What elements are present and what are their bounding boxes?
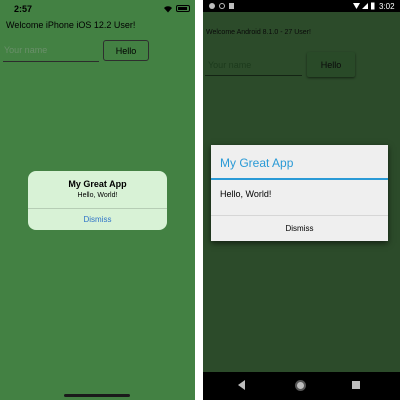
android-hello-button[interactable]: Hello [307,52,355,77]
android-status-time: 3:02 [379,2,395,11]
android-dialog-title: My Great App [220,156,294,170]
ios-alert-dismiss-button[interactable]: Dismiss [28,209,167,230]
ios-name-input[interactable]: Your name [3,41,99,62]
ios-alert-dialog: My Great App Hello, World! Dismiss [28,171,167,230]
battery-icon [176,5,190,12]
sync-icon [219,3,225,9]
android-status-bar: 3:02 [203,0,400,12]
android-name-input[interactable]: Your name [205,55,302,76]
ios-alert-title: My Great App [68,179,127,189]
signal-battery-icon [353,2,375,10]
android-alert-dialog: My Great App Hello, World! Dismiss [211,145,388,241]
ios-welcome-label: Welcome iPhone iOS 12.2 User! [6,20,136,30]
recents-icon[interactable] [352,381,360,389]
wifi-icon [164,6,172,13]
ios-home-indicator[interactable] [64,394,130,397]
android-welcome-label: Welcome Android 8.1.0 - 27 User! [206,29,311,36]
ios-status-bar: 2:57 [0,0,195,18]
ios-alert-message: Hello, World! [77,192,118,199]
ios-hello-button[interactable]: Hello [103,40,149,61]
android-name-placeholder: Your name [208,60,252,70]
android-dialog-dismiss-button[interactable]: Dismiss [211,216,388,241]
ios-status-time: 2:57 [14,4,33,14]
notification-icon [209,3,215,9]
back-icon[interactable] [238,380,245,390]
android-dialog-title-divider [211,178,388,180]
ios-name-placeholder: Your name [4,45,48,55]
android-navigation-bar [203,372,400,400]
sd-card-icon [229,3,234,9]
android-screen: 3:02 Welcome Android 8.1.0 - 27 User! Yo… [203,0,400,400]
ios-screen: 2:57 Welcome iPhone iOS 12.2 User! Your … [0,0,195,400]
android-dialog-message: Hello, World! [220,189,272,199]
home-icon[interactable] [295,380,306,391]
